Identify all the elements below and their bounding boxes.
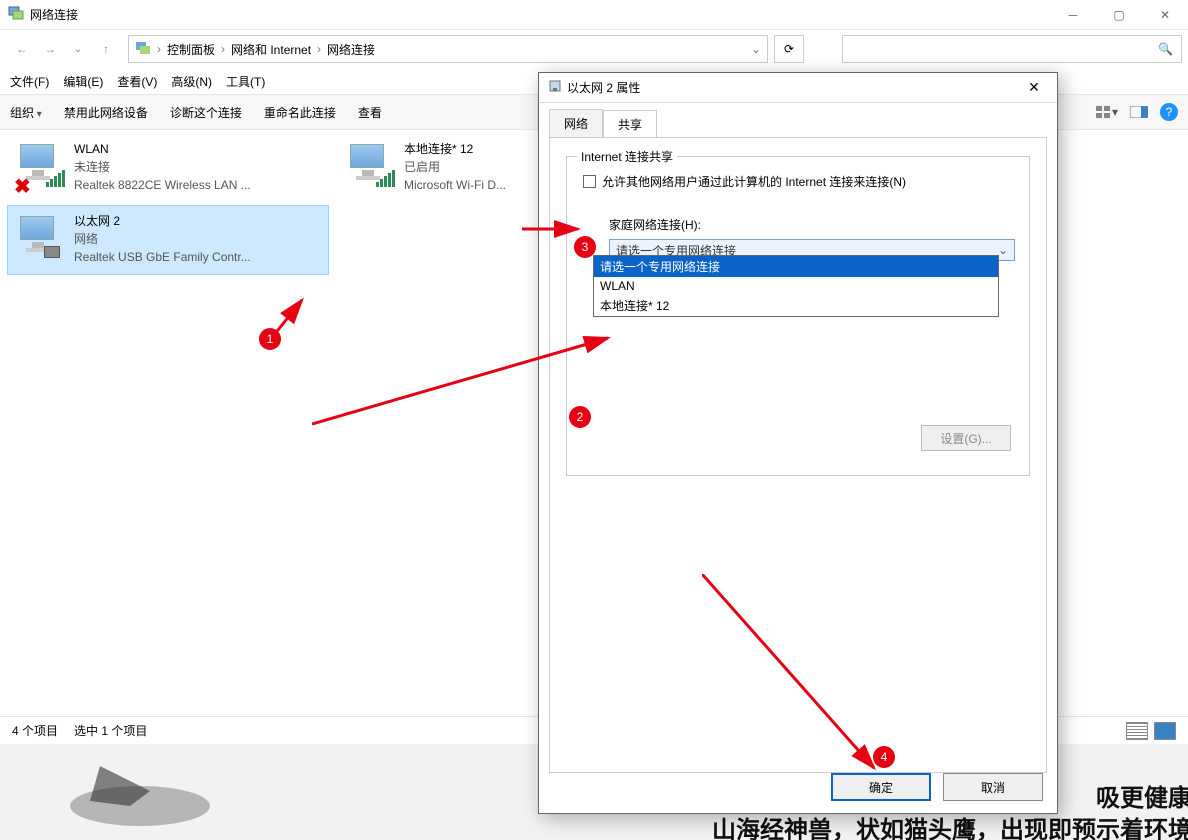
organize-button[interactable]: 组织 bbox=[10, 104, 42, 121]
properties-dialog: 以太网 2 属性 ✕ 网络 共享 Internet 连接共享 允许其他网络用户通… bbox=[538, 72, 1058, 814]
preview-pane-button[interactable] bbox=[1128, 101, 1150, 123]
maximize-button[interactable]: ▢ bbox=[1096, 0, 1142, 30]
address-toolbar: ← → ⌄ ↑ › 控制面板 › 网络和 Internet › 网络连接 ⌄ ⟳… bbox=[0, 30, 1188, 68]
details-view-button[interactable] bbox=[1126, 722, 1148, 740]
connection-device: Microsoft Wi-Fi D... bbox=[404, 176, 506, 194]
connection-status: 已启用 bbox=[404, 158, 506, 176]
folder-icon bbox=[135, 40, 151, 59]
window-titlebar: 网络连接 ─ ▢ ✕ bbox=[0, 0, 1188, 30]
ics-fieldset: Internet 连接共享 允许其他网络用户通过此计算机的 Internet 连… bbox=[566, 156, 1030, 476]
menu-view[interactable]: 查看(V) bbox=[117, 73, 157, 90]
help-button[interactable]: ? bbox=[1160, 103, 1178, 121]
search-input[interactable]: 🔍 bbox=[842, 35, 1182, 63]
chevron-down-icon: ⌄ bbox=[998, 243, 1008, 257]
crumb-sep-icon: › bbox=[157, 42, 161, 56]
window-controls: ─ ▢ ✕ bbox=[1050, 0, 1188, 30]
tab-network[interactable]: 网络 bbox=[549, 109, 603, 137]
forward-button[interactable]: → bbox=[38, 37, 62, 61]
allow-sharing-checkbox[interactable] bbox=[583, 175, 596, 188]
nav-buttons: ← → ⌄ ↑ bbox=[6, 37, 122, 61]
dialog-body: Internet 连接共享 允许其他网络用户通过此计算机的 Internet 连… bbox=[549, 137, 1047, 773]
tab-sharing[interactable]: 共享 bbox=[603, 110, 657, 138]
view-options-button[interactable]: ▾ bbox=[1096, 101, 1118, 123]
menu-file[interactable]: 文件(F) bbox=[10, 73, 49, 90]
connection-item-ethernet2[interactable]: 以太网 2 网络 Realtek USB GbE Family Contr... bbox=[8, 206, 328, 274]
disable-device-button[interactable]: 禁用此网络设备 bbox=[64, 104, 148, 121]
diagnose-button[interactable]: 诊断这个连接 bbox=[170, 104, 242, 121]
crumb-network-internet[interactable]: 网络和 Internet bbox=[231, 41, 311, 58]
connection-status: 网络 bbox=[74, 230, 251, 248]
allow-sharing-label: 允许其他网络用户通过此计算机的 Internet 连接来连接(N) bbox=[602, 173, 906, 190]
dialog-titlebar: 以太网 2 属性 ✕ bbox=[539, 73, 1057, 103]
search-icon: 🔍 bbox=[1158, 42, 1173, 56]
connection-device: Realtek USB GbE Family Contr... bbox=[74, 248, 251, 266]
back-button[interactable]: ← bbox=[10, 37, 34, 61]
wifi-enabled-icon bbox=[344, 140, 396, 192]
combo-option-wlan[interactable]: WLAN bbox=[594, 277, 998, 295]
menu-advanced[interactable]: 高级(N) bbox=[171, 73, 212, 90]
connection-item-wlan[interactable]: ✖ WLAN 未连接 Realtek 8822CE Wireless LAN .… bbox=[8, 134, 328, 202]
crumb-control-panel[interactable]: 控制面板 bbox=[167, 41, 215, 58]
annotation-badge-4: 4 bbox=[873, 746, 895, 768]
dialog-buttons: 确定 取消 bbox=[831, 773, 1043, 801]
connection-status: 未连接 bbox=[74, 158, 251, 176]
dialog-tabs: 网络 共享 bbox=[539, 103, 1057, 137]
recent-dropdown[interactable]: ⌄ bbox=[66, 37, 90, 61]
close-button[interactable]: ✕ bbox=[1142, 0, 1188, 30]
crumb-dropdown-icon[interactable]: ⌄ bbox=[751, 42, 761, 56]
view-status-button[interactable]: 查看 bbox=[358, 104, 382, 121]
minimize-button[interactable]: ─ bbox=[1050, 0, 1096, 30]
status-item-count: 4 个项目 bbox=[12, 722, 58, 739]
window-title: 网络连接 bbox=[30, 6, 78, 23]
ok-button[interactable]: 确定 bbox=[831, 773, 931, 801]
combo-dropdown-list: 请选一个专用网络连接 WLAN 本地连接* 12 bbox=[593, 255, 999, 317]
home-network-label: 家庭网络连接(H): bbox=[609, 216, 1013, 233]
connection-name: 本地连接* 12 bbox=[404, 140, 506, 158]
combo-option-placeholder[interactable]: 请选一个专用网络连接 bbox=[594, 256, 998, 277]
fieldset-legend: Internet 连接共享 bbox=[577, 148, 677, 165]
window-icon bbox=[8, 5, 24, 24]
dialog-title: 以太网 2 属性 bbox=[567, 79, 640, 96]
ethernet-plug-icon bbox=[547, 78, 563, 97]
crumb-network-connections[interactable]: 网络连接 bbox=[327, 41, 375, 58]
annotation-badge-3: 3 bbox=[574, 236, 596, 258]
connection-item-local12[interactable]: 本地连接* 12 已启用 Microsoft Wi-Fi D... bbox=[338, 134, 538, 202]
large-icons-view-button[interactable] bbox=[1154, 722, 1176, 740]
background-text-2: 山海经神兽，状如猫头鹰，出现即预示着环境 bbox=[712, 810, 1188, 840]
menu-tools[interactable]: 工具(T) bbox=[226, 73, 265, 90]
background-text-1: 吸更健康 bbox=[1096, 778, 1188, 813]
menu-edit[interactable]: 编辑(E) bbox=[63, 73, 103, 90]
cancel-button[interactable]: 取消 bbox=[943, 773, 1043, 801]
dialog-close-button[interactable]: ✕ bbox=[1019, 76, 1049, 100]
annotation-badge-2: 2 bbox=[569, 406, 591, 428]
combo-option-local12[interactable]: 本地连接* 12 bbox=[594, 295, 998, 316]
breadcrumb[interactable]: › 控制面板 › 网络和 Internet › 网络连接 ⌄ bbox=[128, 35, 768, 63]
background-image bbox=[60, 746, 230, 836]
status-selected: 选中 1 个项目 bbox=[74, 722, 147, 739]
annotation-badge-1: 1 bbox=[259, 328, 281, 350]
rename-button[interactable]: 重命名此连接 bbox=[264, 104, 336, 121]
connection-name: WLAN bbox=[74, 140, 251, 158]
crumb-sep-icon: › bbox=[221, 42, 225, 56]
refresh-button[interactable]: ⟳ bbox=[774, 35, 804, 63]
ethernet-icon bbox=[14, 212, 66, 264]
connection-name: 以太网 2 bbox=[74, 212, 251, 230]
settings-button[interactable]: 设置(G)... bbox=[921, 425, 1011, 451]
wifi-disconnected-icon: ✖ bbox=[14, 140, 66, 192]
up-button[interactable]: ↑ bbox=[94, 37, 118, 61]
connection-device: Realtek 8822CE Wireless LAN ... bbox=[74, 176, 251, 194]
crumb-sep-icon: › bbox=[317, 42, 321, 56]
